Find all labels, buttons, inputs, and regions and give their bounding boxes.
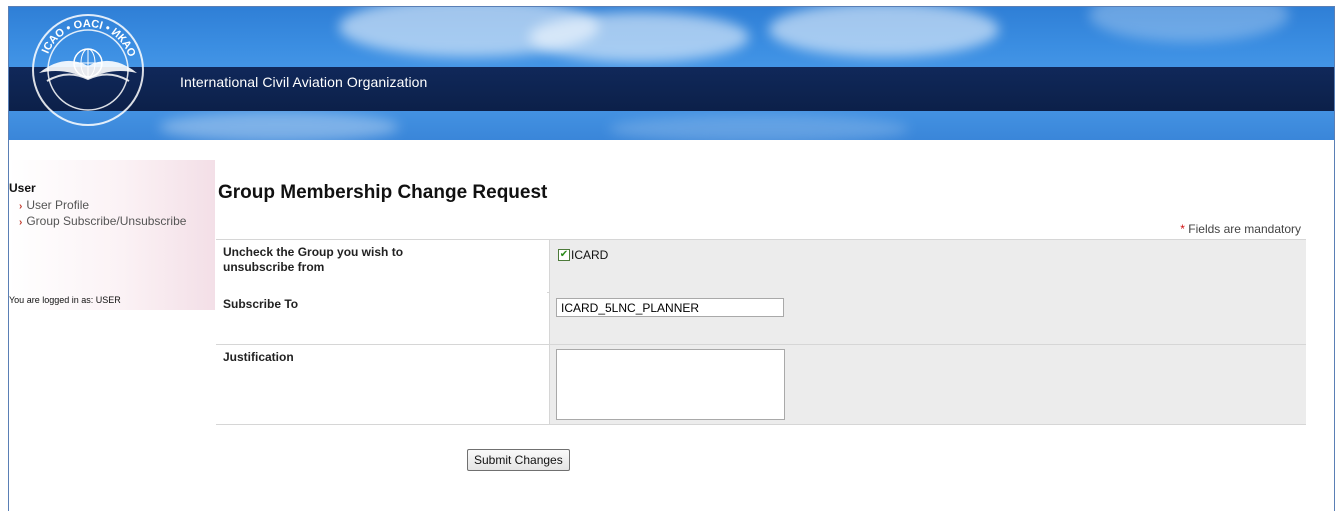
submit-changes-button[interactable]: Submit Changes bbox=[467, 449, 570, 471]
label-cell: Justification bbox=[216, 345, 547, 424]
mandatory-note-text: Fields are mandatory bbox=[1188, 222, 1301, 236]
organization-name: International Civil Aviation Organizatio… bbox=[180, 74, 428, 90]
cloud-decoration bbox=[769, 7, 999, 57]
page-title: Group Membership Change Request bbox=[218, 182, 548, 203]
mandatory-note: * Fields are mandatory bbox=[1180, 222, 1301, 236]
required-star: * bbox=[1180, 222, 1185, 236]
subscribe-label: Subscribe To bbox=[223, 297, 299, 311]
cloud-decoration bbox=[609, 115, 909, 140]
bullet-icon: › bbox=[19, 201, 23, 212]
label-cell: Subscribe To bbox=[216, 292, 547, 344]
sidebar-item-user-profile[interactable]: › User Profile bbox=[19, 198, 89, 212]
value-cell bbox=[549, 292, 1306, 344]
cloud-decoration bbox=[159, 112, 399, 140]
sidebar-item-label[interactable]: Group Subscribe/Unsubscribe bbox=[26, 214, 186, 228]
justification-textarea[interactable] bbox=[556, 349, 785, 420]
cloud-decoration bbox=[529, 12, 749, 62]
cloud-decoration bbox=[1089, 7, 1289, 42]
header-banner: International Civil Aviation Organizatio… bbox=[9, 7, 1334, 140]
sidebar-item-group-subscribe[interactable]: › Group Subscribe/Unsubscribe bbox=[19, 214, 186, 228]
justification-row: Justification bbox=[216, 345, 1306, 425]
membership-form: Uncheck the Group you wish to unsubscrib… bbox=[216, 239, 1306, 425]
sidebar: User › User Profile › Group Subscribe/Unsu… bbox=[9, 160, 215, 310]
unsubscribe-row: Uncheck the Group you wish to unsubscrib… bbox=[216, 239, 1306, 293]
value-cell: ✔ ICARD bbox=[549, 240, 1306, 292]
label-cell: Uncheck the Group you wish to unsubscrib… bbox=[216, 240, 547, 292]
icard-checkbox-label[interactable]: ICARD bbox=[571, 248, 608, 262]
svg-text:ICAO • OACI • ИКАО: ICAO • OACI • ИКАО bbox=[40, 18, 138, 59]
icao-logo: ICAO • OACI • ИКАО bbox=[32, 14, 144, 126]
sidebar-item-label[interactable]: User Profile bbox=[26, 198, 89, 212]
unsubscribe-label: Uncheck the Group you wish to unsubscrib… bbox=[223, 245, 404, 274]
sidebar-title: User bbox=[9, 181, 36, 195]
page-frame: International Civil Aviation Organizatio… bbox=[8, 6, 1335, 511]
subscribe-row: Subscribe To bbox=[216, 292, 1306, 345]
value-cell bbox=[549, 345, 1306, 424]
bullet-icon: › bbox=[19, 217, 23, 228]
subscribe-input[interactable] bbox=[556, 298, 784, 317]
icard-checkbox-option[interactable]: ✔ ICARD bbox=[558, 248, 608, 262]
logged-in-status: You are logged in as: USER bbox=[9, 295, 121, 305]
icard-checkbox[interactable]: ✔ bbox=[558, 249, 570, 261]
justification-label: Justification bbox=[223, 350, 294, 364]
